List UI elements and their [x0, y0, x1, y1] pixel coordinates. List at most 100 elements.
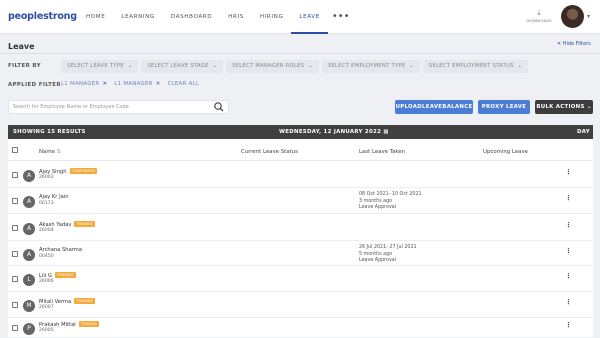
employment-status-dropdown[interactable]: SELECT EMPLOYMENT STATUS ⌄ — [422, 60, 529, 73]
remove-chip-icon[interactable]: ✕ — [102, 81, 107, 87]
clear-all-link[interactable]: CLEAR ALL — [168, 81, 200, 87]
chevron-down-icon: ⌄ — [409, 63, 414, 69]
name-column-header[interactable]: Name ⇅ — [39, 149, 61, 155]
current-status-column-header: Current Leave Status — [241, 149, 298, 155]
filter-by-label: FILTER BY — [8, 63, 41, 69]
status-badge: TRAINEE — [74, 298, 95, 304]
employee-id: 26005 — [39, 328, 54, 333]
last-leave-column-header: Last Leave Taken — [359, 149, 406, 155]
download-icon: ⤓ — [537, 8, 541, 17]
avatar: A — [23, 249, 35, 261]
leave-stage-dropdown[interactable]: SELECT LEAVE STAGE ⌄ — [141, 60, 224, 73]
header-label: Name — [39, 149, 55, 155]
table-row[interactable]: P Prakash Mittal TRAINEE 26005 ⋮ — [8, 318, 593, 338]
current-date[interactable]: WEDNESDAY, 12 JANUARY 2022 ▦ — [279, 125, 389, 139]
manager-roles-dropdown[interactable]: SELECT MANAGER ROLES ⌄ — [226, 60, 319, 73]
employee-id: 26002 — [39, 175, 54, 180]
row-menu-icon[interactable]: ⋮ — [565, 194, 572, 202]
remove-chip-icon[interactable]: ✕ — [156, 81, 161, 87]
avatar: A — [23, 223, 35, 235]
status-badge: TRAINEE — [54, 272, 76, 278]
last-leave-taken: 08 Oct 2021- 10 Oct 2021 3 months ago Leav… — [359, 192, 422, 212]
main-nav: HOME LEARNING DASHBOARD HRIS HIRING LEAV… — [78, 0, 354, 34]
nav-learning[interactable]: LEARNING — [113, 0, 163, 34]
employee-name[interactable]: Mitali Verma TRAINEE — [39, 298, 95, 305]
table-row[interactable]: A Ajay Kr Jain 00173 08 Oct 2021- 10 Oct 20… — [8, 188, 593, 214]
user-avatar[interactable] — [561, 5, 584, 28]
results-count: SHOWING 15 RESULTS — [13, 129, 86, 135]
dropdown-label: SELECT EMPLOYMENT STATUS — [428, 63, 514, 69]
employee-id: 00450 — [39, 254, 54, 259]
table-row[interactable]: L Lili G TRAINEE 26006 ⋮ — [8, 266, 593, 292]
date-text: WEDNESDAY, 12 JANUARY 2022 — [279, 129, 382, 135]
avatar: A — [23, 196, 35, 208]
employee-name-text: Ajay Kr Jain — [39, 194, 69, 200]
row-checkbox[interactable] — [12, 276, 18, 282]
table-row[interactable]: M Mitali Verma TRAINEE 26007 ⋮ — [8, 292, 593, 318]
dropdown-label: SELECT LEAVE TYPE — [67, 63, 124, 69]
row-checkbox[interactable] — [12, 198, 18, 204]
employee-table: Name ⇅ Current Leave Status Last Leave T… — [8, 139, 593, 338]
status-badge: TRAINEE — [78, 321, 100, 327]
employment-type-dropdown[interactable]: SELECT EMPLOYMENT TYPE ⌄ — [321, 60, 420, 73]
row-checkbox[interactable] — [12, 251, 18, 257]
chevron-down-icon: ⌄ — [212, 63, 218, 69]
row-menu-icon[interactable]: ⋮ — [565, 168, 572, 176]
row-checkbox[interactable] — [12, 325, 18, 331]
sort-icon: ⇅ — [56, 149, 62, 155]
nav-hris[interactable]: HRIS — [220, 0, 252, 34]
last-leave-taken: 26 Jul 2021- 27 Jul 2021 5 months ago Leav… — [359, 245, 417, 265]
last-leave-line: Leave Approval — [359, 258, 397, 263]
table-row[interactable]: A Akash Yadav TRAINEE 26004 ⋮ — [8, 214, 593, 241]
employee-name[interactable]: Ajay Singh CONFIRMED — [39, 168, 98, 175]
table-row[interactable]: A Archana Sharma 00450 26 Jul 2021- 27 Jul … — [8, 241, 593, 266]
filter-chip: L1 MANAGER ✕ — [114, 81, 160, 87]
avatar: A — [23, 170, 35, 182]
row-checkbox[interactable] — [12, 172, 18, 178]
leave-type-dropdown[interactable]: SELECT LEAVE TYPE ⌄ — [61, 60, 139, 73]
employee-name-text: Archana Sharma — [39, 247, 83, 253]
row-menu-icon[interactable]: ⋮ — [565, 298, 572, 306]
nav-dashboard[interactable]: DASHBOARD — [163, 0, 220, 34]
employee-name[interactable]: Archana Sharma — [39, 247, 82, 253]
hide-filters-link[interactable]: ✕ Hide Filters — [557, 41, 591, 47]
upload-leave-balance-button[interactable]: UPLOADLEAVEBALANCE — [395, 100, 473, 114]
select-all-checkbox[interactable] — [12, 147, 18, 153]
row-menu-icon[interactable]: ⋮ — [565, 321, 572, 329]
filter-dropdowns: SELECT LEAVE TYPE ⌄ SELECT LEAVE STAGE ⌄ S… — [61, 60, 529, 73]
nav-leave[interactable]: LEAVE — [291, 0, 328, 34]
brand-logo[interactable]: peoplestrong — [8, 11, 77, 22]
row-menu-icon[interactable]: ⋮ — [565, 247, 572, 255]
dropdown-label: SELECT MANAGER ROLES — [232, 63, 305, 69]
employee-id: 26004 — [39, 228, 54, 233]
applied-filter-label: APPLIED FILTER — [8, 82, 61, 88]
last-leave-line: Leave Approval — [359, 205, 397, 210]
nav-hiring[interactable]: HIRING — [252, 0, 292, 34]
avatar: L — [23, 274, 35, 286]
chevron-down-icon[interactable]: ▾ — [587, 13, 590, 20]
downloads-button[interactable]: ⤓ DOWNLOADS — [526, 8, 552, 23]
bulk-actions-button[interactable]: BULK ACTIONS ⌄ — [535, 100, 593, 114]
calendar-icon: ▦ — [383, 129, 389, 135]
proxy-leave-button[interactable]: PROXY LEAVE — [478, 100, 530, 114]
employee-name[interactable]: Akash Yadav TRAINEE — [39, 221, 96, 228]
search-input[interactable]: Search for Employee Name or Employee Cod… — [8, 100, 229, 114]
more-menu-icon[interactable]: ••• — [328, 0, 354, 34]
avatar: M — [23, 300, 35, 312]
employee-name[interactable]: Prakash Mittal TRAINEE — [39, 321, 100, 328]
row-menu-icon[interactable]: ⋮ — [565, 221, 572, 229]
employee-name[interactable]: Ajay Kr Jain — [39, 194, 69, 200]
dropdown-label: SELECT EMPLOYMENT TYPE — [327, 63, 406, 69]
applied-filter-chips: L1 MANAGER ✕ L1 MANAGER ✕ CLEAR ALL — [61, 81, 199, 87]
row-checkbox[interactable] — [12, 225, 18, 231]
nav-home[interactable]: HOME — [78, 0, 113, 34]
row-menu-icon[interactable]: ⋮ — [565, 272, 572, 280]
search-icon[interactable] — [213, 101, 225, 113]
table-header: Name ⇅ Current Leave Status Last Leave T… — [8, 139, 593, 161]
row-checkbox[interactable] — [12, 302, 18, 308]
employee-id: 26007 — [39, 305, 54, 310]
table-row[interactable]: A Ajay Singh CONFIRMED 26002 ⋮ — [8, 161, 593, 188]
downloads-label: DOWNLOADS — [526, 18, 552, 23]
employee-name[interactable]: Lili G TRAINEE — [39, 272, 76, 279]
view-toggle[interactable]: DAY — [577, 125, 590, 139]
